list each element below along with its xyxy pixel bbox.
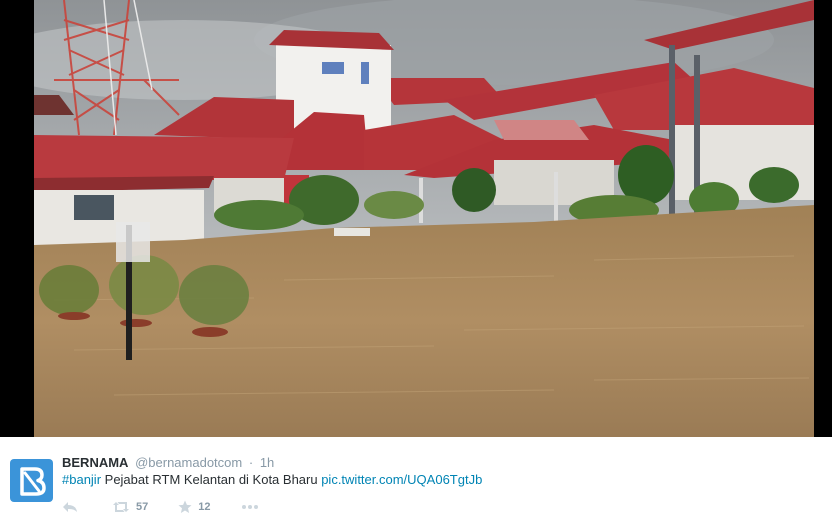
tweet-body-text: Pejabat RTM Kelantan di Kota Bharu bbox=[101, 472, 322, 487]
retweet-button[interactable]: 57 bbox=[112, 501, 148, 513]
favorite-count: 12 bbox=[198, 501, 211, 513]
retweet-icon bbox=[113, 502, 129, 512]
favorite-button[interactable]: 12 bbox=[178, 500, 211, 514]
tweet-media[interactable] bbox=[0, 0, 832, 437]
retweet-count: 57 bbox=[136, 501, 149, 513]
star-icon bbox=[178, 500, 192, 513]
reply-button[interactable] bbox=[62, 501, 78, 513]
header-separator: · bbox=[248, 455, 254, 470]
username[interactable]: @bernamadotcom bbox=[135, 455, 242, 470]
hashtag-link[interactable]: #banjir bbox=[62, 472, 101, 487]
flood-photo[interactable] bbox=[34, 0, 814, 437]
reply-icon bbox=[63, 502, 77, 512]
bernama-logo-icon bbox=[19, 466, 46, 496]
tweet-actions: 57 12 bbox=[62, 498, 281, 516]
pic-link[interactable]: pic.twitter.com/UQA06TgtJb bbox=[321, 472, 482, 487]
bernama-avatar[interactable] bbox=[10, 459, 53, 502]
display-name[interactable]: BERNAMA bbox=[62, 455, 128, 470]
tweet-text: #banjir Pejabat RTM Kelantan di Kota Bha… bbox=[62, 472, 482, 487]
tweet-timestamp[interactable]: 1h bbox=[260, 455, 274, 470]
more-button[interactable] bbox=[241, 504, 259, 510]
more-icon bbox=[241, 505, 258, 509]
tweet-header: BERNAMA @bernamadotcom · 1h bbox=[62, 455, 274, 470]
